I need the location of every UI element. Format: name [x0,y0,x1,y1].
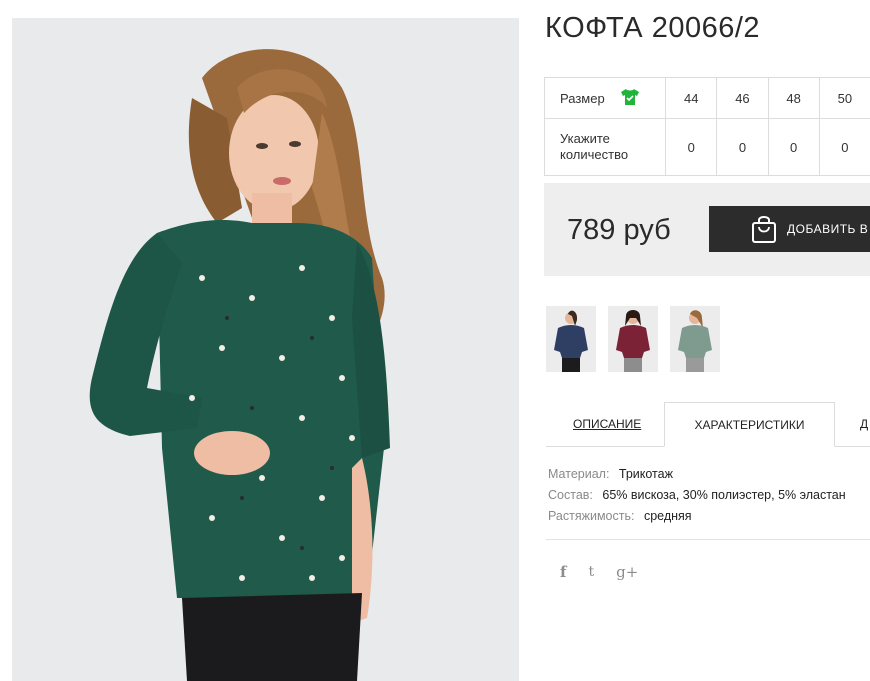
product-page: КОФТА 20066/2 Размер 44 46 48 50 Укажите [0,0,870,681]
quantity-label-cell: Укажите количество [543,118,667,176]
price-box: 789 руб ДОБАВИТЬ В [544,183,870,276]
product-price: 789 руб [567,214,671,246]
thumbnail-burgundy[interactable] [608,306,658,372]
size-quantity-table: Размер 44 46 48 50 Укажите количество 0 … [543,77,870,176]
shopping-bag-icon [752,216,776,243]
characteristics-list: Материал: Трикотаж Состав: 65% вискоза, … [548,464,846,527]
quantity-label-line1: Укажите [560,131,610,146]
quantity-input-50[interactable]: 0 [818,118,870,176]
tab-delivery[interactable]: Д [860,402,868,446]
tab-characteristics[interactable]: ХАРАКТЕРИСТИКИ [664,402,835,447]
product-info-tabs: ОПИСАНИЕ ХАРАКТЕРИСТИКИ Д [546,402,870,447]
product-title: КОФТА 20066/2 [545,12,761,44]
spec-material-key: Материал: [548,467,610,481]
size-46: 46 [716,77,769,119]
thumbnail-navy[interactable] [546,306,596,372]
spec-stretch-key: Растяжимость: [548,509,635,523]
tab-description[interactable]: ОПИСАНИЕ [573,402,641,446]
size-row: Размер 44 46 48 50 [543,77,870,119]
spec-composition: Состав: 65% вискоза, 30% полиэстер, 5% э… [548,485,846,506]
quantity-row: Укажите количество 0 0 0 0 [543,118,870,176]
model-photo-illustration [12,18,519,681]
spec-composition-value: 65% вискоза, 30% полиэстер, 5% эластан [602,488,846,502]
size-label-cell: Размер [543,77,667,119]
size-48: 48 [767,77,820,119]
quantity-label-line2: количество [560,147,629,162]
color-thumbnails [546,306,720,372]
add-to-cart-label: ДОБАВИТЬ В [787,222,869,236]
section-divider [546,539,870,540]
social-share: f t g+ [560,563,638,581]
size-50: 50 [818,77,870,119]
quantity-input-44[interactable]: 0 [665,118,718,176]
spec-composition-key: Состав: [548,488,593,502]
spec-material: Материал: Трикотаж [548,464,846,485]
product-main-photo[interactable] [12,18,519,681]
size-44: 44 [665,77,718,119]
size-chart-icon[interactable] [620,88,640,109]
add-to-cart-button[interactable]: ДОБАВИТЬ В [709,206,870,252]
spec-stretch-value: средняя [643,509,692,523]
facebook-icon[interactable]: f [560,563,566,581]
quantity-input-46[interactable]: 0 [716,118,769,176]
spec-material-value: Трикотаж [618,467,673,481]
thumbnail-sage[interactable] [670,306,720,372]
size-label: Размер [560,90,605,106]
twitter-icon[interactable]: t [588,564,594,580]
quantity-label: Укажите количество [560,131,628,163]
quantity-input-48[interactable]: 0 [767,118,820,176]
spec-stretch: Растяжимость: средняя [548,506,846,527]
google-plus-icon[interactable]: g+ [616,563,638,581]
